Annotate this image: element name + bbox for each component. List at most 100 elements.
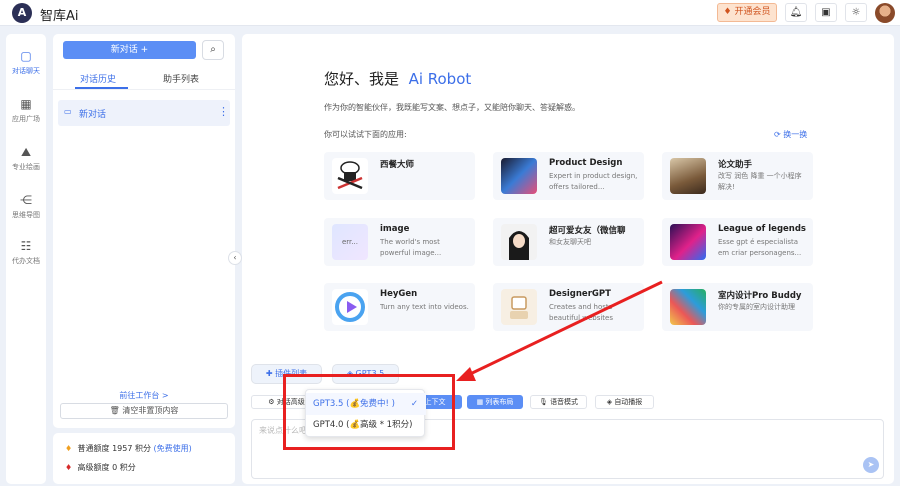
- premium-quota-label: 高级额度 0 积分: [77, 463, 136, 472]
- app-card-league-of-legends[interactable]: League of legends Esse gpt é especialist…: [662, 218, 813, 266]
- app-card-product-design[interactable]: Product Design Expert in product design,…: [493, 152, 644, 200]
- send-button[interactable]: ➤: [863, 457, 879, 473]
- greeting-prefix: 您好、我是: [324, 70, 400, 88]
- app-card-desc: Creates and hosts beautiful websites: [549, 303, 614, 322]
- app-card-image[interactable]: err... image The world's most powerful i…: [324, 218, 475, 266]
- conversation-panel: 新对话 + ⌕ 对话历史 助手列表 ▭ 新对话 ⋮ 前往工作台 > 🗑︎ 清空非…: [53, 34, 235, 428]
- bell-icon: 🔔︎: [789, 7, 803, 18]
- app-card-title: DesignerGPT: [549, 289, 611, 299]
- chip-label: 自动播报: [614, 398, 643, 406]
- collapse-panel-button[interactable]: ‹: [228, 251, 242, 265]
- annotation-highlight-box: [283, 374, 455, 450]
- nav-item-mindmap[interactable]: ⋲ 思维导图: [6, 192, 46, 220]
- app-card-western-chef[interactable]: 西餐大师: [324, 152, 475, 200]
- app-card-title: image: [380, 224, 410, 234]
- top-bar: A 智库Ai ♦ 开通会员 🔔︎ ▣ ☼: [0, 0, 900, 26]
- diamond-icon: ♦: [723, 7, 732, 17]
- clear-unpinned-button[interactable]: 🗑︎ 清空非置顶内容: [60, 403, 228, 419]
- paper-assistant-thumb: [670, 158, 706, 194]
- conversation-item[interactable]: ▭ 新对话 ⋮: [58, 100, 230, 126]
- new-chat-button[interactable]: 新对话 +: [63, 41, 196, 59]
- app-card-title: HeyGen: [380, 289, 418, 299]
- app-card-desc: 改写 润色 降重 一个小程序解决!: [718, 172, 802, 191]
- refresh-icon: ⟳: [774, 130, 781, 139]
- tab-history[interactable]: 对话历史: [80, 72, 116, 85]
- gift-icon: ▣: [821, 7, 831, 18]
- app-card-desc: Turn any text into videos.: [380, 303, 469, 311]
- nav-item-label: 对话聊天: [12, 67, 40, 75]
- app-card-title: 论文助手: [718, 160, 753, 170]
- app-card-desc: 和女友聊天吧: [549, 238, 591, 246]
- grid-icon: ▦: [20, 97, 32, 111]
- bell-button[interactable]: 🔔︎: [785, 3, 807, 22]
- assistant-name: Ai Robot: [408, 70, 472, 88]
- app-card-desc: Esse gpt é especialista em criar persona…: [718, 238, 802, 257]
- conversation-title: 新对话: [79, 110, 107, 120]
- auto-play-chip[interactable]: ◈ 自动播报: [595, 395, 654, 409]
- greeting: 您好、我是 Ai Robot: [324, 68, 471, 89]
- go-to-workbench-link[interactable]: 前往工作台 >: [53, 390, 235, 401]
- league-thumb: [670, 224, 706, 260]
- chat-bubble-icon: ▭: [64, 107, 72, 116]
- sound-icon: ◈: [606, 398, 613, 406]
- nav-item-label: 应用广场: [12, 115, 40, 123]
- nav-item-label: 代办文档: [12, 257, 40, 265]
- clear-unpinned-label: 清空非置顶内容: [122, 406, 179, 415]
- normal-quota: ♦ 普通额度 1957 积分 (免费使用): [65, 443, 192, 454]
- free-use-link[interactable]: (免费使用): [154, 444, 192, 453]
- app-card-title: 超可爱女友（微信聊: [549, 226, 626, 236]
- tab-divider: [53, 89, 235, 90]
- chef-icon: [332, 158, 368, 194]
- search-icon: ⌕: [210, 44, 216, 55]
- app-title: 智库Ai: [40, 9, 79, 24]
- nav-item-app-square[interactable]: ▦ 应用广场: [6, 96, 46, 124]
- send-icon: ➤: [867, 460, 875, 469]
- voice-mode-chip[interactable]: 🎙︎ 语音模式: [530, 395, 587, 409]
- gold-diamond-icon: ♦: [65, 444, 73, 453]
- red-diamond-icon: ♦: [65, 463, 73, 472]
- nav-item-chat[interactable]: ▢ 对话聊天: [6, 48, 46, 76]
- try-label: 你可以试试下面的应用:: [324, 130, 407, 139]
- grid-icon: ▦: [476, 398, 484, 406]
- nav-item-todo-docs[interactable]: ☷ 代办文档: [6, 238, 46, 266]
- designergpt-thumb: [501, 289, 537, 325]
- nav-item-drawing[interactable]: ⛰ 专业绘画: [6, 144, 46, 172]
- normal-quota-label: 普通额度 1957 积分: [77, 444, 151, 453]
- search-button[interactable]: ⌕: [202, 40, 224, 60]
- chat-icon: ▢: [20, 49, 32, 63]
- more-options-icon[interactable]: ⋮: [218, 105, 229, 118]
- nav-item-label: 专业绘画: [12, 163, 40, 171]
- sun-icon: ☼: [851, 7, 861, 18]
- product-design-thumb: [501, 158, 537, 194]
- theme-button[interactable]: ☼: [845, 3, 867, 22]
- quota-panel: ♦ 普通额度 1957 积分 (免费使用) ♦ 高级额度 0 积分: [53, 433, 235, 484]
- interior-design-thumb: [670, 289, 706, 325]
- left-nav: ▢ 对话聊天 ▦ 应用广场 ⛰ 专业绘画 ⋲ 思维导图 ☷ 代办文档: [6, 34, 46, 484]
- mountain-icon: ⛰: [20, 145, 32, 159]
- app-card-interior-design[interactable]: 室内设计Pro Buddy 你的专属的室内设计助理: [662, 283, 813, 331]
- tab-assistants[interactable]: 助手列表: [163, 72, 199, 85]
- app-card-cute-girlfriend[interactable]: 超可爱女友（微信聊 和女友聊天吧: [493, 218, 644, 266]
- nav-item-label: 思维导图: [12, 211, 40, 219]
- gift-button[interactable]: ▣: [815, 3, 837, 22]
- app-card-paper-assistant[interactable]: 论文助手 改写 润色 降重 一个小程序解决!: [662, 152, 813, 200]
- mindmap-icon: ⋲: [20, 193, 32, 207]
- app-card-title: 西餐大师: [380, 160, 415, 170]
- chip-label: 列表布局: [485, 398, 514, 406]
- app-card-desc: The world's most powerful image...: [380, 238, 442, 257]
- app-card-heygen[interactable]: HeyGen Turn any text into videos.: [324, 283, 475, 331]
- app-card-desc: Expert in product design, offers tailore…: [549, 172, 638, 191]
- app-logo: A: [12, 3, 32, 23]
- user-avatar[interactable]: [875, 3, 895, 23]
- app-card-designergpt[interactable]: DesignerGPT Creates and hosts beautiful …: [493, 283, 644, 331]
- chevron-left-icon: ‹: [233, 253, 237, 262]
- intro-text: 作为你的智能伙伴，我既能写文案、想点子，又能陪你聊天、答疑解惑。: [324, 103, 580, 112]
- refresh-apps-button[interactable]: ⟳ 换一换: [774, 129, 807, 140]
- gear-icon: ⚙: [268, 398, 275, 406]
- app-card-title: 室内设计Pro Buddy: [718, 291, 802, 301]
- open-vip-button[interactable]: ♦ 开通会员: [717, 3, 777, 22]
- clipboard-icon: ☷: [20, 239, 32, 253]
- vip-label: 开通会员: [734, 7, 771, 17]
- list-layout-chip[interactable]: ▦ 列表布局: [467, 395, 523, 409]
- microphone-icon: 🎙︎: [538, 398, 548, 406]
